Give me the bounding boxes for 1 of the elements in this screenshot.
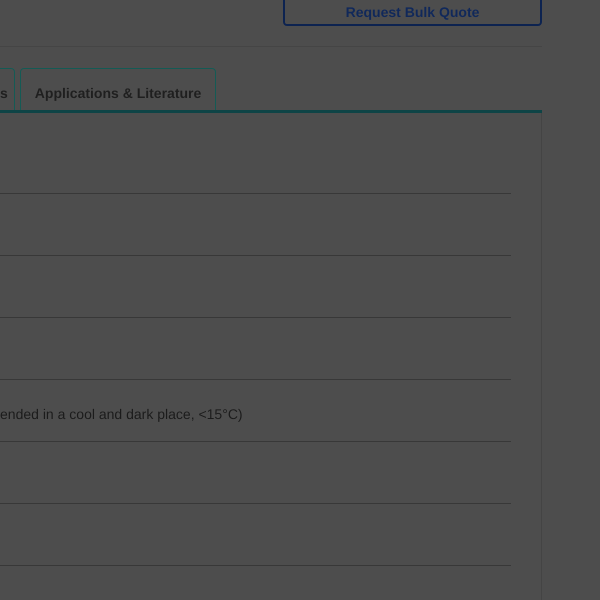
request-bulk-quote-button[interactable]: Request Bulk Quote xyxy=(283,0,542,26)
